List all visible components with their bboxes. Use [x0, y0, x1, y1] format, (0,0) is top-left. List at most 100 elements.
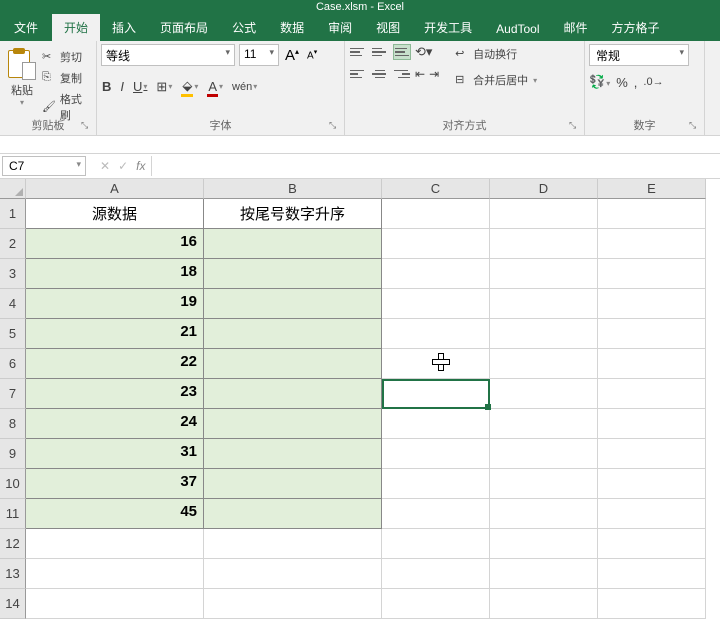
increase-font-button[interactable]: A▴	[283, 47, 301, 64]
align-left-button[interactable]	[349, 66, 367, 82]
align-right-button[interactable]	[393, 66, 411, 82]
accounting-format-button[interactable]: 💱	[589, 74, 610, 90]
cell-C8[interactable]	[382, 409, 490, 439]
cell-B10[interactable]	[204, 469, 382, 499]
tab-review[interactable]: 审阅	[316, 14, 364, 41]
cell-A8[interactable]: 24	[26, 409, 204, 439]
copy-button[interactable]: ⎘ 复制	[40, 69, 92, 87]
cell-D13[interactable]	[490, 559, 598, 589]
number-format-select[interactable]: 常规	[589, 44, 689, 66]
cell-C13[interactable]	[382, 559, 490, 589]
cell-A13[interactable]	[26, 559, 204, 589]
row-header[interactable]: 12	[0, 529, 26, 559]
comma-button[interactable]: ,	[634, 75, 638, 90]
tab-home[interactable]: 开始	[52, 14, 100, 41]
row-header[interactable]: 6	[0, 349, 26, 379]
fill-color-button[interactable]: ⬙	[180, 74, 199, 99]
cell-B14[interactable]	[204, 589, 382, 619]
confirm-formula-button[interactable]: ✓	[118, 159, 128, 173]
number-dialog-launcher[interactable]: ⤡	[689, 120, 701, 132]
tab-insert[interactable]: 插入	[100, 14, 148, 41]
cell-B1[interactable]: 按尾号数字升序	[204, 199, 382, 229]
cell-A3[interactable]: 18	[26, 259, 204, 289]
percent-button[interactable]: %	[616, 75, 628, 90]
underline-button[interactable]: U	[132, 77, 148, 96]
cell-C1[interactable]	[382, 199, 490, 229]
cell-B12[interactable]	[204, 529, 382, 559]
bold-button[interactable]: B	[101, 77, 112, 96]
decrease-indent-button[interactable]: ⇤	[415, 67, 425, 81]
formula-bar[interactable]	[151, 156, 720, 176]
cell-C11[interactable]	[382, 499, 490, 529]
align-top-button[interactable]	[349, 44, 367, 60]
cell-C14[interactable]	[382, 589, 490, 619]
cell-A11[interactable]: 45	[26, 499, 204, 529]
col-header-B[interactable]: B	[204, 179, 382, 199]
cell-C3[interactable]	[382, 259, 490, 289]
cell-D8[interactable]	[490, 409, 598, 439]
cell-A5[interactable]: 21	[26, 319, 204, 349]
row-header[interactable]: 4	[0, 289, 26, 319]
cell-A2[interactable]: 16	[26, 229, 204, 259]
cell-A4[interactable]: 19	[26, 289, 204, 319]
name-box[interactable]: C7	[2, 156, 86, 176]
cell-A12[interactable]	[26, 529, 204, 559]
fx-icon[interactable]: fx	[136, 159, 145, 173]
cell-E14[interactable]	[598, 589, 706, 619]
row-header[interactable]: 3	[0, 259, 26, 289]
cell-D9[interactable]	[490, 439, 598, 469]
cell-A6[interactable]: 22	[26, 349, 204, 379]
cell-B8[interactable]	[204, 409, 382, 439]
increase-decimal-button[interactable]: .0→	[643, 76, 663, 88]
row-header[interactable]: 11	[0, 499, 26, 529]
row-header[interactable]: 10	[0, 469, 26, 499]
cell-B5[interactable]	[204, 319, 382, 349]
cell-D5[interactable]	[490, 319, 598, 349]
cell-B2[interactable]	[204, 229, 382, 259]
cell-B11[interactable]	[204, 499, 382, 529]
cell-D6[interactable]	[490, 349, 598, 379]
cell-E10[interactable]	[598, 469, 706, 499]
cell-C2[interactable]	[382, 229, 490, 259]
cell-B9[interactable]	[204, 439, 382, 469]
row-header[interactable]: 5	[0, 319, 26, 349]
cell-D14[interactable]	[490, 589, 598, 619]
cell-A7[interactable]: 23	[26, 379, 204, 409]
cell-B7[interactable]	[204, 379, 382, 409]
cell-C10[interactable]	[382, 469, 490, 499]
cell-C5[interactable]	[382, 319, 490, 349]
alignment-dialog-launcher[interactable]: ⤡	[569, 120, 581, 132]
spreadsheet-grid[interactable]: A B C D E 1源数据按尾号数字升序2163184195216227238…	[0, 179, 720, 619]
cell-C7[interactable]	[382, 379, 490, 409]
phonetic-button[interactable]: wén	[231, 79, 258, 95]
cell-D11[interactable]	[490, 499, 598, 529]
cell-A14[interactable]	[26, 589, 204, 619]
wrap-text-button[interactable]: ↩ 自动换行	[451, 44, 541, 64]
col-header-E[interactable]: E	[598, 179, 706, 199]
cell-E6[interactable]	[598, 349, 706, 379]
row-header[interactable]: 14	[0, 589, 26, 619]
row-header[interactable]: 2	[0, 229, 26, 259]
tab-page-layout[interactable]: 页面布局	[148, 14, 220, 41]
decrease-font-button[interactable]: A▾	[305, 48, 319, 61]
row-header[interactable]: 9	[0, 439, 26, 469]
italic-button[interactable]: I	[119, 77, 125, 96]
row-header[interactable]: 8	[0, 409, 26, 439]
row-header[interactable]: 7	[0, 379, 26, 409]
cell-D7[interactable]	[490, 379, 598, 409]
col-header-D[interactable]: D	[490, 179, 598, 199]
font-color-button[interactable]: A	[206, 75, 224, 99]
align-center-button[interactable]	[371, 66, 389, 82]
cell-E3[interactable]	[598, 259, 706, 289]
font-dialog-launcher[interactable]: ⤡	[329, 120, 341, 132]
cell-B13[interactable]	[204, 559, 382, 589]
orientation-button[interactable]: ⟲▾	[415, 44, 432, 60]
cell-D12[interactable]	[490, 529, 598, 559]
cell-D2[interactable]	[490, 229, 598, 259]
border-button[interactable]: ⊞	[155, 77, 173, 97]
cell-E8[interactable]	[598, 409, 706, 439]
tab-file[interactable]: 文件	[0, 14, 52, 41]
cell-E12[interactable]	[598, 529, 706, 559]
cell-E9[interactable]	[598, 439, 706, 469]
cell-B6[interactable]	[204, 349, 382, 379]
